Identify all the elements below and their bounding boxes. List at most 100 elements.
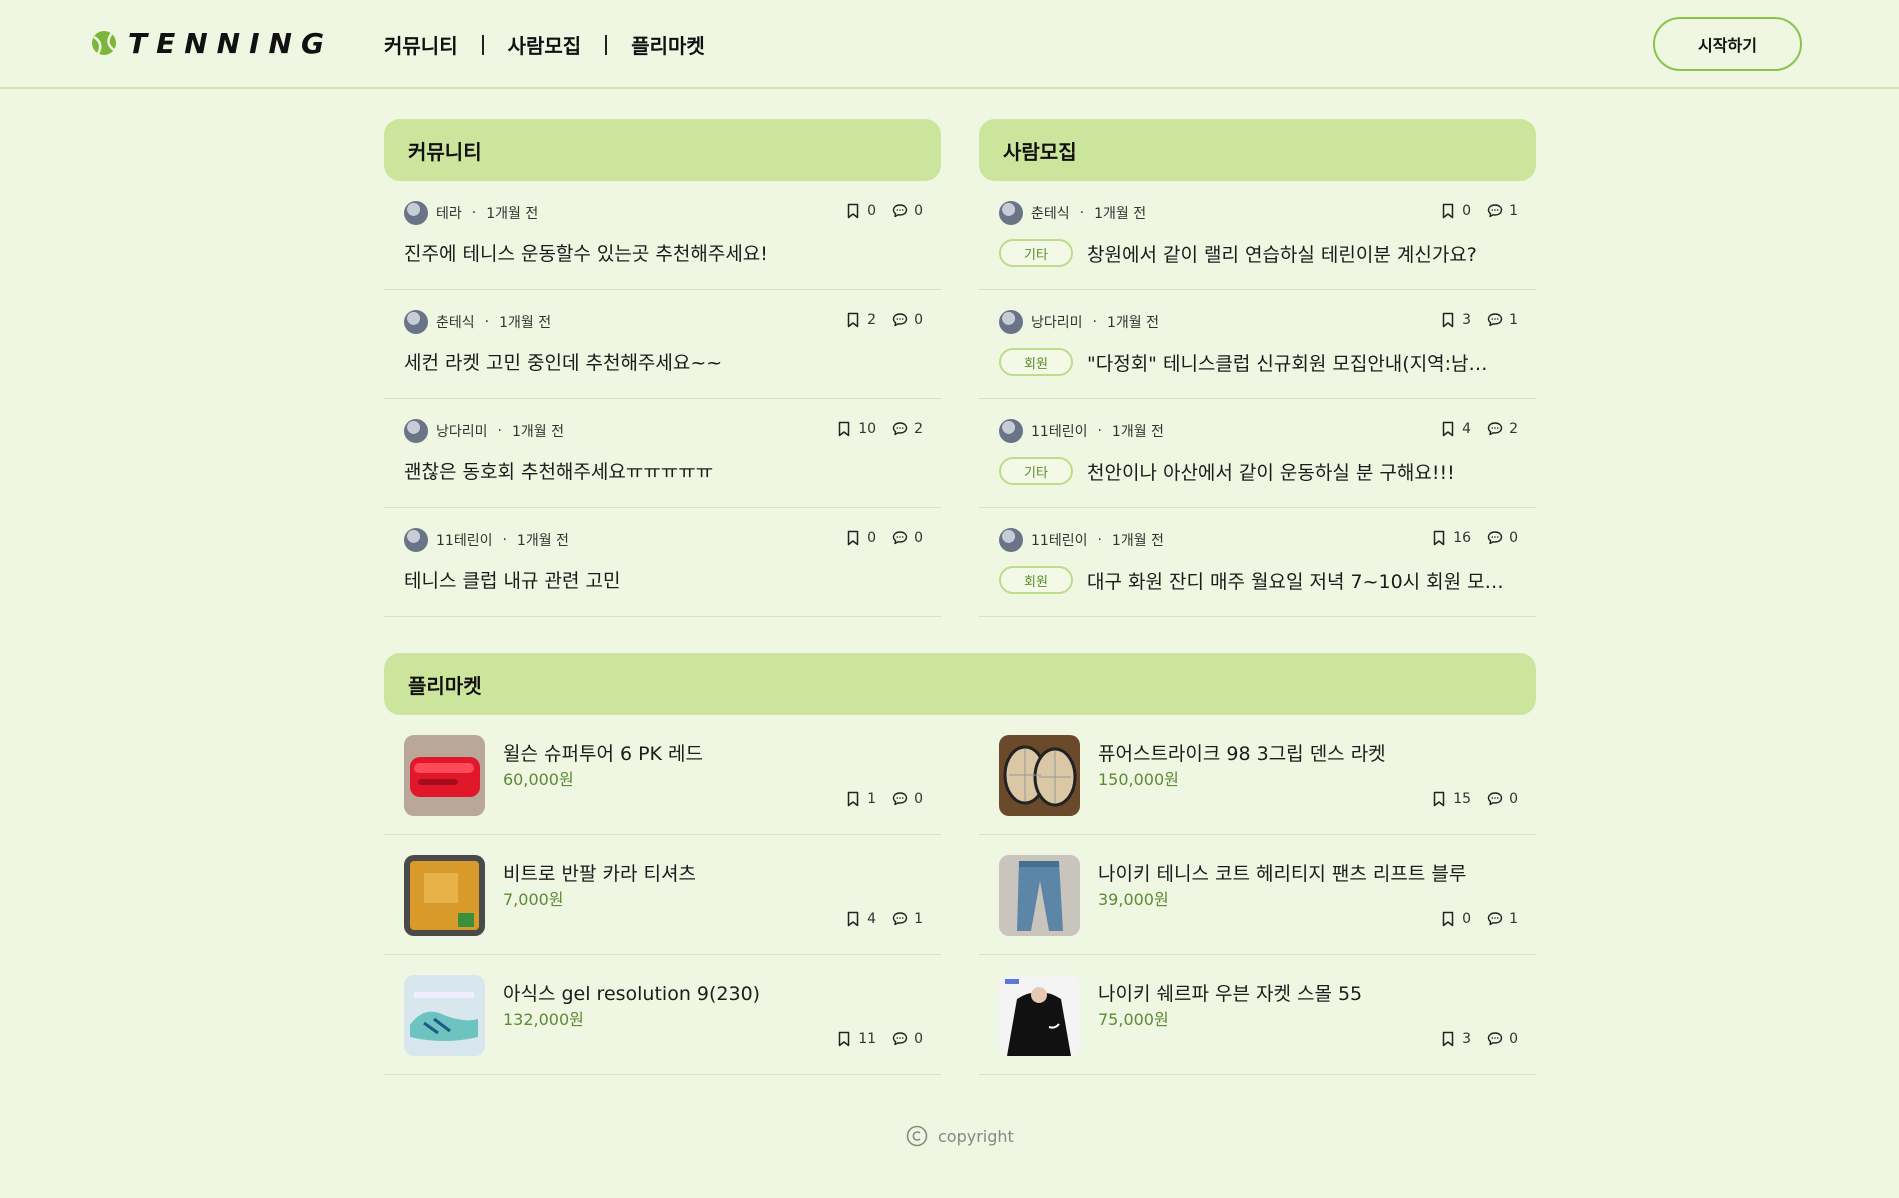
bookmark-count[interactable]: 0	[1440, 911, 1471, 927]
avatar[interactable]	[404, 310, 428, 334]
product-thumbnail[interactable]	[404, 855, 485, 936]
bookmark-count[interactable]: 0	[845, 203, 876, 219]
comment-count[interactable]: 0	[892, 791, 923, 807]
product-thumbnail[interactable]	[404, 975, 485, 1056]
author-name[interactable]: 낭다리미	[1031, 312, 1083, 332]
post-title[interactable]: "다정회" 테니스클럽 신규회원 모집안내(지역:남…	[1087, 349, 1488, 376]
bookmark-count[interactable]: 15	[1431, 791, 1471, 807]
bookmark-count-value: 16	[1453, 530, 1472, 546]
bookmark-count[interactable]: 3	[1440, 312, 1471, 328]
product-thumbnail[interactable]	[999, 975, 1080, 1056]
bookmark-count[interactable]: 4	[845, 911, 876, 927]
bookmark-count[interactable]: 1	[845, 791, 876, 807]
author-name[interactable]: 춘테식	[1031, 203, 1070, 223]
product-thumbnail[interactable]	[999, 735, 1080, 816]
community-post[interactable]: 11테린이 · 1개월 전 0 0 테니스 클럽 내규 관련 고민	[384, 508, 941, 617]
comment-count[interactable]: 1	[1487, 911, 1518, 927]
comment-count[interactable]: 1	[892, 911, 923, 927]
avatar[interactable]	[404, 528, 428, 552]
flea-item[interactable]: 나이키 테니스 코트 헤리티지 팬츠 리프트 블루 39,000원 0 1	[979, 835, 1536, 955]
bookmark-icon	[1434, 530, 1445, 546]
flea-item[interactable]: 윌슨 슈퍼투어 6 PK 레드 60,000원 1 0	[384, 715, 941, 835]
product-thumbnail[interactable]	[999, 855, 1080, 936]
author-name[interactable]: 테라	[436, 203, 462, 223]
bookmark-count[interactable]: 2	[845, 312, 876, 328]
community-post[interactable]: 낭다리미 · 1개월 전 10 2 괜찮은 동호회 추천해주세요ㅠㅠㅠㅠㅠ	[384, 399, 941, 508]
post-stats: 16 0	[1415, 530, 1518, 546]
comment-count[interactable]: 1	[1487, 203, 1518, 219]
bookmark-count[interactable]: 16	[1431, 530, 1471, 546]
recruit-post[interactable]: 낭다리미 · 1개월 전 31 회원 "다정회" 테니스클럽 신규회원 모집안내…	[979, 290, 1536, 399]
community-post[interactable]: 춘테식 · 1개월 전 2 0 세컨 라켓 고민 중인데 추천해주세요~~	[384, 290, 941, 399]
author-name[interactable]: 낭다리미	[436, 421, 488, 441]
product-title[interactable]: 윌슨 슈퍼투어 6 PK 레드	[503, 739, 703, 766]
nav-flea-market[interactable]: 플리마켓	[631, 30, 705, 59]
comment-count[interactable]: 0	[892, 1031, 923, 1047]
comment-count[interactable]: 2	[892, 421, 923, 437]
comment-icon	[1487, 204, 1503, 218]
product-price: 7,000원	[503, 890, 564, 909]
product-title[interactable]: 나이키 쉐르파 우븐 자켓 스몰 55	[1098, 979, 1362, 1006]
avatar[interactable]	[999, 310, 1023, 334]
recruit-post[interactable]: 11테린이 · 1개월 전 42 기타 천안이나 아산에서 같이 운동하실 분 …	[979, 399, 1536, 508]
post-title[interactable]: 대구 화원 잔디 매주 월요일 저녁 7~10시 회원 모…	[1087, 567, 1504, 594]
comment-count-value: 0	[914, 312, 923, 328]
flea-item[interactable]: 비트로 반팔 카라 티셔츠 7,000원 4 1	[384, 835, 941, 955]
community-panel-title: 커뮤니티	[384, 119, 941, 181]
avatar[interactable]	[999, 528, 1023, 552]
community-post[interactable]: 테라 · 1개월 전 0 0 진주에 테니스 운동할수 있는곳 추천해주세요!	[384, 181, 941, 290]
product-title[interactable]: 비트로 반팔 카라 티셔츠	[503, 859, 696, 886]
author-name[interactable]: 11테린이	[1031, 421, 1087, 441]
bookmark-count[interactable]: 10	[836, 421, 876, 437]
nav-community[interactable]: 커뮤니티	[384, 30, 458, 59]
comment-count[interactable]: 0	[892, 203, 923, 219]
avatar[interactable]	[999, 201, 1023, 225]
comment-count[interactable]: 0	[892, 530, 923, 546]
comment-count[interactable]: 2	[1487, 421, 1518, 437]
post-title[interactable]: 천안이나 아산에서 같이 운동하실 분 구해요!!!	[1087, 458, 1455, 485]
comment-icon	[892, 912, 908, 926]
post-time: 1개월 전	[1111, 424, 1164, 440]
recruit-post[interactable]: 춘테식 · 1개월 전 01 기타 창원에서 같이 랠리 연습하실 테린이분 계…	[979, 181, 1536, 290]
bookmark-count-value: 0	[867, 203, 877, 219]
comment-count[interactable]: 0	[1487, 530, 1518, 546]
author-name[interactable]: 11테린이	[1031, 530, 1087, 550]
comment-count[interactable]: 0	[892, 312, 923, 328]
post-title[interactable]: 창원에서 같이 랠리 연습하실 테린이분 계신가요?	[1087, 240, 1477, 267]
bookmark-count-value: 4	[1462, 421, 1472, 437]
bookmark-count[interactable]: 4	[1440, 421, 1471, 437]
bookmark-count[interactable]: 0	[845, 530, 876, 546]
product-thumbnail[interactable]	[404, 735, 485, 816]
post-title[interactable]: 괜찮은 동호회 추천해주세요ㅠㅠㅠㅠㅠ	[404, 457, 713, 484]
bookmark-count-value: 4	[867, 911, 877, 927]
avatar[interactable]	[404, 201, 428, 225]
nav-recruit[interactable]: 사람모집	[508, 30, 582, 59]
author-name[interactable]: 춘테식	[436, 312, 475, 332]
product-title[interactable]: 나이키 테니스 코트 헤리티지 팬츠 리프트 블루	[1098, 859, 1466, 886]
post-title[interactable]: 테니스 클럽 내규 관련 고민	[404, 566, 620, 593]
recruit-post[interactable]: 11테린이 · 1개월 전 16 0 회원 대구 화원 잔디 매주 월요일 저녁 …	[979, 508, 1536, 617]
bookmark-count[interactable]: 11	[836, 1031, 876, 1047]
bookmark-count[interactable]: 0	[1440, 203, 1471, 219]
avatar[interactable]	[999, 419, 1023, 443]
author-name[interactable]: 11테린이	[436, 530, 492, 550]
product-title[interactable]: 아식스 gel resolution 9(230)	[503, 979, 760, 1006]
brand-logo[interactable]: TENNING	[90, 27, 333, 60]
bookmark-count[interactable]: 3	[1440, 1031, 1471, 1047]
flea-item[interactable]: 아식스 gel resolution 9(230) 132,000원 11 0	[384, 955, 941, 1075]
comment-count-value: 0	[1509, 791, 1518, 807]
avatar[interactable]	[404, 419, 428, 443]
post-title[interactable]: 진주에 테니스 운동할수 있는곳 추천해주세요!	[404, 239, 768, 266]
post-time: 1개월 전	[499, 315, 552, 331]
category-badge: 기타	[999, 239, 1073, 267]
comment-count[interactable]: 0	[1487, 1031, 1518, 1047]
start-button[interactable]: 시작하기	[1653, 17, 1802, 71]
comment-count[interactable]: 0	[1487, 791, 1518, 807]
product-stats: 01	[1424, 911, 1518, 927]
flea-item[interactable]: 퓨어스트라이크 98 3그립 덴스 라켓 150,000원 15 0	[979, 715, 1536, 835]
comment-count[interactable]: 1	[1487, 312, 1518, 328]
comment-icon	[1487, 422, 1503, 436]
post-title[interactable]: 세컨 라켓 고민 중인데 추천해주세요~~	[404, 348, 722, 375]
flea-item[interactable]: 나이키 쉐르파 우븐 자켓 스몰 55 75,000원 3 0	[979, 955, 1536, 1075]
product-title[interactable]: 퓨어스트라이크 98 3그립 덴스 라켓	[1098, 739, 1386, 766]
